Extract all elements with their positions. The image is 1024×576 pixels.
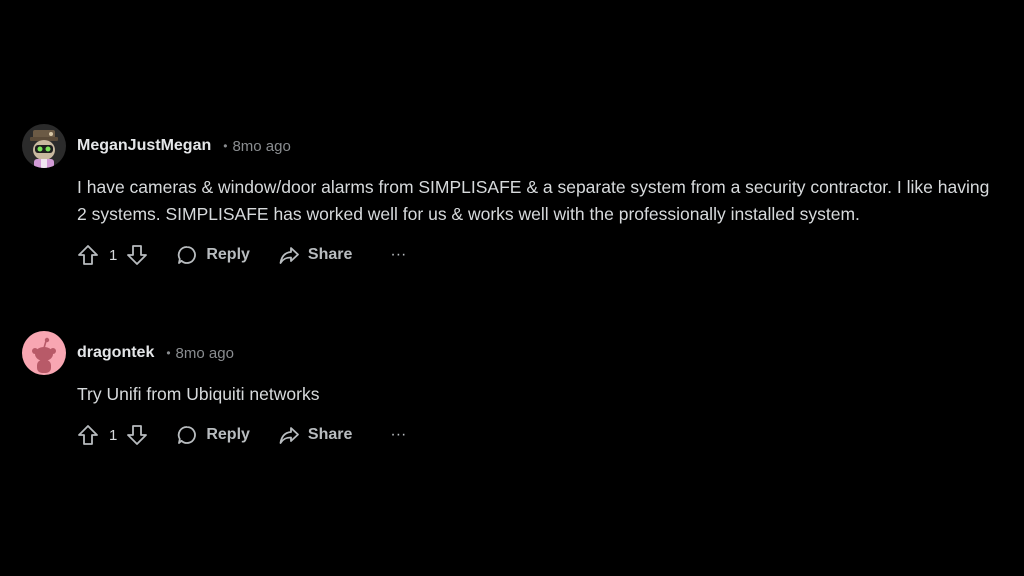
upvote-icon[interactable]: [77, 244, 99, 266]
vote-controls: 1: [77, 424, 148, 446]
vote-score: 1: [109, 426, 118, 444]
reply-button[interactable]: Reply: [176, 244, 250, 266]
reply-label: Reply: [206, 426, 250, 443]
comment-header: dragontek • 8mo ago: [22, 331, 994, 375]
vote-controls: 1: [77, 244, 148, 266]
share-arrow-icon: [278, 244, 300, 266]
share-label: Share: [307, 246, 353, 263]
upvote-icon[interactable]: [77, 424, 99, 446]
share-label: Share: [307, 426, 353, 443]
avatar-snoo-icon: [22, 331, 66, 375]
comment-actions: 1 Reply Share ···: [77, 421, 994, 449]
more-options-button[interactable]: ···: [390, 426, 406, 444]
comment: dragontek • 8mo ago Try Unifi from Ubiqu…: [22, 331, 994, 449]
comment-bubble-icon: [176, 244, 198, 266]
comment-thread: MeganJustMegan • 8mo ago I have cameras …: [0, 0, 1024, 576]
comment-body: Try Unifi from Ubiquiti networks: [77, 384, 320, 404]
timestamp[interactable]: 8mo ago: [176, 345, 234, 362]
username[interactable]: dragontek: [77, 344, 154, 362]
separator-dot: •: [223, 139, 228, 153]
avatar-character-icon: [22, 124, 66, 168]
avatar[interactable]: [22, 331, 66, 375]
downvote-icon[interactable]: [126, 244, 148, 266]
timestamp[interactable]: 8mo ago: [232, 138, 290, 155]
share-arrow-icon: [278, 424, 300, 446]
comment-actions: 1 Reply Share ···: [77, 241, 994, 269]
username[interactable]: MeganJustMegan: [77, 137, 211, 155]
comment: MeganJustMegan • 8mo ago I have cameras …: [22, 124, 994, 269]
comment-bubble-icon: [176, 424, 198, 446]
share-button[interactable]: Share: [278, 424, 352, 446]
more-options-icon: ···: [390, 246, 407, 263]
reply-label: Reply: [206, 246, 250, 263]
more-options-button[interactable]: ···: [390, 246, 406, 264]
downvote-icon[interactable]: [126, 424, 148, 446]
vote-score: 1: [109, 246, 118, 264]
separator-dot: •: [166, 346, 171, 360]
reply-button[interactable]: Reply: [176, 424, 250, 446]
avatar[interactable]: [22, 124, 66, 168]
more-options-icon: ···: [390, 426, 407, 443]
comment-header: MeganJustMegan • 8mo ago: [22, 124, 994, 168]
share-button[interactable]: Share: [278, 244, 352, 266]
comment-body: I have cameras & window/door alarms from…: [77, 177, 990, 224]
